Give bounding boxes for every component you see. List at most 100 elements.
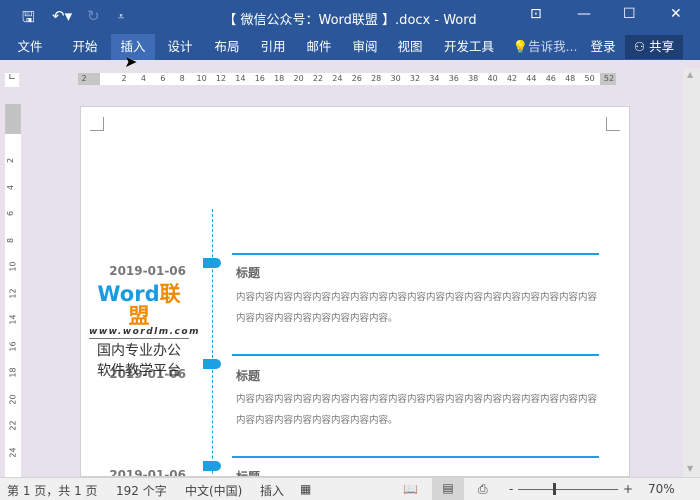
tab-developer[interactable]: 开发工具 (438, 34, 500, 60)
ruler-number: 16 (254, 74, 265, 83)
tab-file[interactable]: 文件 (8, 34, 52, 60)
ruler-number: 4 (6, 184, 16, 190)
tab-references[interactable]: 引用 (251, 34, 295, 60)
language[interactable]: 中文(中国) (185, 482, 242, 499)
ruler-number: 8 (6, 237, 16, 243)
ruler-number: 22 (8, 420, 18, 431)
ruler-number: 20 (293, 74, 304, 83)
ruler-number: 18 (274, 74, 285, 83)
ruler-number: 38 (468, 74, 479, 83)
tab-layout[interactable]: 布局 (205, 34, 249, 60)
status-bar: 第 1 页，共 1 页 192 个字 中文(中国) 插入 ▦ 📖 ▤ ⎙ - +… (0, 477, 700, 500)
vertical-scrollbar[interactable]: ▲ ▼ (683, 68, 700, 477)
scroll-up-icon[interactable]: ▲ (687, 70, 693, 79)
timeline-marker (203, 359, 221, 369)
ruler-number: 48 (565, 74, 576, 83)
share-label: 共享 (649, 39, 675, 54)
ruler-number: 6 (6, 210, 16, 217)
tell-me-label: 告诉我... (528, 39, 578, 54)
entry-content: 内容内容内容内容内容内容内容内容内容内容内容内容内容内容内容内容内容内容内容内容… (236, 292, 598, 324)
entry-date: 2019-01-06 (109, 264, 186, 278)
document-page[interactable]: 2019-01-06 标题 内容内容内容内容内容内容内容内容内容内容内容内容内容… (80, 106, 630, 477)
close-icon[interactable]: ✕ (670, 6, 682, 22)
signin-link[interactable]: 登录 (584, 34, 622, 60)
ruler-number: 14 (8, 314, 18, 325)
share-button[interactable]: ⚇ 共享 (625, 35, 683, 59)
mouse-cursor-icon: ➤ (124, 52, 138, 71)
ruler-number: 20 (8, 393, 18, 405)
entry-heading: 标题 (236, 266, 261, 280)
logo-url: www.wordlm.com (89, 327, 200, 339)
maximize-icon[interactable]: ☐ (623, 6, 636, 22)
title-bar: 🖫 ↶▾ ↻ ⩡ 【 微信公众号：Word联盟 】.docx - Word ⊡ … (0, 0, 700, 34)
ruler-number: 26 (351, 74, 362, 83)
minimize-icon[interactable]: — (577, 6, 591, 22)
lightbulb-icon: 💡 (512, 39, 529, 54)
ruler-number: 46 (545, 74, 556, 83)
ruler-number: 24 (332, 74, 343, 83)
ruler-number: 28 (371, 74, 382, 83)
insert-mode[interactable]: 插入 (260, 482, 284, 499)
ruler-number: 2 (121, 74, 127, 83)
window-title: 【 微信公众号：Word联盟 】.docx - Word (223, 13, 477, 28)
zoom-out-button[interactable]: - (509, 482, 513, 496)
ruler-number: 24 (8, 446, 18, 458)
ribbon-tabs: 文件 开始 插入 设计 布局 引用 邮件 审阅 视图 开发工具 💡告诉我... … (0, 34, 700, 60)
ruler-number: 52 (603, 74, 615, 83)
tab-view[interactable]: 视图 (388, 34, 432, 60)
scroll-down-icon[interactable]: ▼ (687, 464, 693, 473)
web-layout-icon[interactable]: ⎙ (478, 482, 488, 497)
ruler-number: 22 (312, 74, 324, 83)
tab-mailings[interactable]: 邮件 (297, 34, 341, 60)
ribbon-display-icon[interactable]: ⊡ (530, 6, 542, 22)
horizontal-ruler[interactable]: 2 2 4 6 8 10 12 14 16 18 20 22 24 26 28 30 32 34 36 38 40 42… (78, 73, 616, 85)
entry-content: 内容内容内容内容内容内容内容内容内容内容内容内容内容内容内容内容内容内容内容内容… (236, 394, 598, 426)
print-layout-icon[interactable]: ▤ (432, 478, 464, 500)
ruler-number: 40 (487, 74, 498, 83)
entry-divider (232, 354, 599, 356)
zoom-in-button[interactable]: + (623, 482, 633, 496)
person-add-icon: ⚇ (633, 39, 650, 54)
ruler-number: 36 (448, 74, 459, 83)
vertical-ruler[interactable]: 2 4 6 8 10 12 14 16 18 20 22 24 (5, 104, 21, 477)
page-count[interactable]: 第 1 页，共 1 页 (7, 482, 98, 499)
tab-home[interactable]: 开始 (62, 34, 108, 60)
ruler-number: 50 (584, 74, 595, 83)
ruler-number: 32 (409, 74, 421, 83)
read-mode-icon[interactable]: 📖 (403, 482, 418, 496)
ruler-number: 34 (429, 74, 440, 83)
ruler-number: 4 (140, 74, 146, 83)
tab-selector[interactable]: ∟ (5, 73, 19, 87)
entry-date: 2019-01-06 (109, 468, 186, 477)
tab-review[interactable]: 审阅 (343, 34, 387, 60)
tell-me-box[interactable]: 💡告诉我... (510, 34, 580, 60)
tab-design[interactable]: 设计 (158, 34, 202, 60)
macro-record-icon[interactable]: ▦ (300, 482, 311, 496)
timeline-marker (203, 461, 221, 471)
word-count[interactable]: 192 个字 (116, 482, 167, 499)
ruler-number: 30 (390, 74, 401, 83)
ruler-number: 8 (179, 74, 185, 83)
vertical-scroll-thumb[interactable] (6, 104, 20, 132)
entry-heading: 标题 (236, 369, 261, 383)
zoom-slider-thumb[interactable] (553, 483, 556, 495)
logo-slogan-1: 国内专业办公 (97, 343, 181, 359)
ruler-number: 44 (526, 74, 537, 83)
entry-divider (232, 456, 599, 458)
zoom-slider[interactable] (518, 489, 618, 490)
ruler-number: 12 (215, 74, 227, 83)
crop-mark (606, 117, 620, 131)
timeline-line (212, 209, 213, 476)
crop-mark (90, 117, 104, 131)
entry-heading: 标题 (236, 470, 261, 477)
watermark-logo: Word联盟 www.wordlm.com 国内专业办公 软件教学平台 (89, 283, 200, 381)
logo-slogan-2: 软件教学平台 (97, 363, 181, 379)
ruler-number: 10 (8, 261, 18, 272)
zoom-level[interactable]: 70% (648, 482, 675, 496)
ruler-number: 12 (8, 287, 18, 299)
ruler-number: 6 (160, 74, 166, 83)
ruler-number: 42 (506, 74, 518, 83)
ruler-number: 18 (8, 367, 18, 378)
entry-divider (232, 253, 599, 255)
ruler-number: 2 (81, 74, 87, 83)
